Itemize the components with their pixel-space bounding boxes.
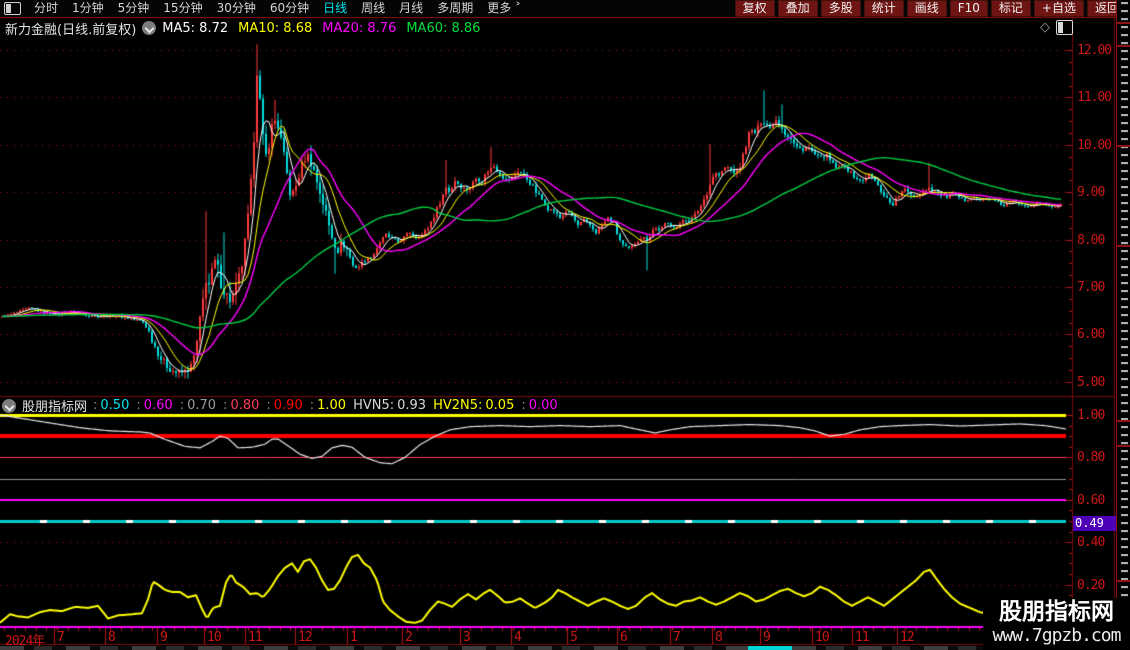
month-label: 12 <box>298 630 312 645</box>
indicator-value: HVN5:0.93 <box>353 398 426 413</box>
month-label: 9 <box>763 630 770 645</box>
toolbar-button-统计[interactable]: 统计 <box>864 0 904 17</box>
vertical-text-glyphs <box>1121 2 1128 648</box>
price-label: 7.00 <box>1077 280 1113 295</box>
indicator-value: :0.60 <box>136 398 172 413</box>
menu-item-30分钟[interactable]: 30分钟 <box>217 0 256 17</box>
ma-legend: MA5: 8.72 MA10: 8.68 MA20: 8.76 MA60: 8.86 <box>162 21 490 36</box>
price-label: 5.00 <box>1077 375 1113 390</box>
menu-item-周线[interactable]: 周线 <box>361 0 385 17</box>
chart-corner-icons: ◇ <box>1040 20 1073 35</box>
indicator-value: :0.70 <box>180 398 216 413</box>
menu-item-月线[interactable]: 月线 <box>399 0 423 17</box>
price-label: 11.00 <box>1077 90 1113 105</box>
month-label: 3 <box>463 630 470 645</box>
month-label: 1 <box>350 630 357 645</box>
current-value-tag: 0.49 <box>1073 516 1116 531</box>
menu-item-更多 ˃[interactable]: 更多 ˃ <box>487 0 521 17</box>
price-label: 10.00 <box>1077 138 1113 153</box>
watermark-url: www.7gpzb.com <box>983 626 1130 646</box>
toolbar-button-F10[interactable]: F10 <box>950 0 988 17</box>
price-label: 9.00 <box>1077 185 1113 200</box>
month-label: 10 <box>815 630 829 645</box>
menu-item-1分钟[interactable]: 1分钟 <box>72 0 104 17</box>
menu-item-5分钟[interactable]: 5分钟 <box>118 0 150 17</box>
price-label: 6.00 <box>1077 327 1113 342</box>
ma-value-MA5: MA5: 8.72 <box>162 21 228 36</box>
app-window: 分时 1分钟 5分钟 15分钟 30分钟 60分钟日线周线月线多周期更多 ˃ 复权叠加多股… <box>0 0 1130 650</box>
window-layout-icon[interactable] <box>4 2 21 15</box>
chevron-down-icon[interactable] <box>2 399 16 413</box>
menu-item-60分钟[interactable]: 60分钟 <box>270 0 309 17</box>
price-chart-canvas[interactable] <box>0 0 1130 650</box>
ma-value-MA20: MA20: 8.76 <box>322 21 396 36</box>
menu-item-15分钟[interactable]: 15分钟 <box>163 0 202 17</box>
watermark-name: 股朋指标网 <box>983 598 1130 626</box>
chart-title-row: 新力金融(日线.前复权) MA5: 8.72 MA10: 8.68 MA20: 8.… <box>5 20 490 36</box>
panel-layout-icon[interactable] <box>1056 20 1073 35</box>
month-label: 4 <box>514 630 521 645</box>
indicator-label: 0.80 <box>1077 450 1113 465</box>
indicator-value: :0.90 <box>266 398 302 413</box>
indicator-value: :0.50 <box>93 398 129 413</box>
menu-bar: 分时 1分钟 5分钟 15分钟 30分钟 60分钟日线周线月线多周期更多 ˃ 复权叠加多股… <box>0 0 1130 18</box>
price-label: 8.00 <box>1077 233 1113 248</box>
toolbar-button-画线[interactable]: 画线 <box>907 0 947 17</box>
indicator-value: :0.00 <box>521 398 557 413</box>
month-label: 10 <box>207 630 221 645</box>
toolbar-button-+自选[interactable]: +自选 <box>1034 0 1084 17</box>
diamond-icon[interactable]: ◇ <box>1040 21 1050 34</box>
indicator-value: HV2N5:0.05 <box>433 398 514 413</box>
period-menu: 分时 1分钟 5分钟 15分钟 30分钟 60分钟日线周线月线多周期更多 ˃ <box>27 0 528 17</box>
indicator-label: 0.20 <box>1077 578 1113 593</box>
month-label: 6 <box>620 630 627 645</box>
month-label: 8 <box>715 630 722 645</box>
indicator-header: 股朋指标网 :0.50 :0.60 :0.70 :0.80 :0.90 :1.00 HVN5… <box>2 398 565 413</box>
month-label: 7 <box>673 630 680 645</box>
bottom-cutoff-row <box>0 646 1116 650</box>
indicator-value: :0.80 <box>223 398 259 413</box>
toolbar-button-复权[interactable]: 复权 <box>735 0 775 17</box>
indicator-values: :0.50 :0.60 :0.70 :0.80 :0.90 :1.00 HVN5:0.93 H… <box>93 398 565 413</box>
month-label: 8 <box>108 630 115 645</box>
ma-value-MA60: MA60: 8.86 <box>406 21 480 36</box>
month-label: 11 <box>248 630 262 645</box>
toolbar-buttons: 复权叠加多股统计画线F10标记+自选返回 <box>735 0 1130 17</box>
indicator-title: 股朋指标网 <box>22 396 87 415</box>
menu-item-多周期[interactable]: 多周期 <box>437 0 473 17</box>
toolbar-button-标记[interactable]: 标记 <box>991 0 1031 17</box>
menu-item-日线[interactable]: 日线 <box>323 0 347 17</box>
indicator-label: 0.40 <box>1077 535 1113 550</box>
chevron-down-icon[interactable] <box>142 21 156 35</box>
menu-item-分时[interactable]: 分时 <box>34 0 58 17</box>
indicator-label: 1.00 <box>1077 408 1113 423</box>
month-label: 5 <box>570 630 577 645</box>
stock-title: 新力金融(日线.前复权) <box>5 19 136 38</box>
indicator-label: 0.60 <box>1077 493 1113 508</box>
month-label: 12 <box>900 630 914 645</box>
month-label: 2 <box>405 630 412 645</box>
toolbar-button-多股[interactable]: 多股 <box>821 0 861 17</box>
bottom-cyan-marker <box>748 646 792 650</box>
right-edge-strip[interactable] <box>1116 0 1130 650</box>
indicator-value: :1.00 <box>310 398 346 413</box>
month-label: 11 <box>855 630 869 645</box>
toolbar-button-叠加[interactable]: 叠加 <box>778 0 818 17</box>
month-label: 7 <box>57 630 64 645</box>
month-label: 9 <box>160 630 167 645</box>
watermark: 股朋指标网 www.7gpzb.com <box>983 598 1130 650</box>
ma-value-MA10: MA10: 8.68 <box>238 21 312 36</box>
price-label: 12.00 <box>1077 43 1113 58</box>
